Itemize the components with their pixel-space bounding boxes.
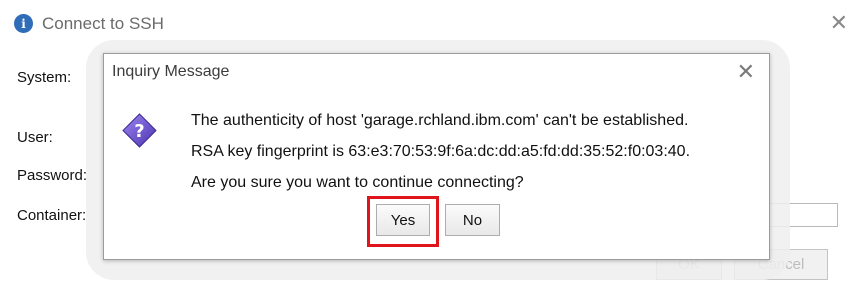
window-title: Connect to SSH — [42, 14, 164, 33]
question-icon: ? — [122, 113, 157, 148]
svg-text:?: ? — [134, 121, 144, 142]
app-info-icon: i — [14, 14, 33, 33]
message-line-1: The authenticity of host 'garage.rchland… — [191, 112, 689, 129]
system-label: System: — [17, 69, 72, 86]
inquiry-message-dialog: Inquiry Message ✕ ? The authenticity of … — [103, 53, 770, 260]
dialog-close-icon[interactable]: ✕ — [737, 59, 755, 85]
dialog-title: Inquiry Message — [112, 63, 230, 80]
password-label: Password: — [17, 167, 88, 184]
message-line-2: RSA key fingerprint is 63:e3:70:53:9f:6a… — [191, 143, 691, 160]
yes-button[interactable]: Yes — [376, 204, 430, 236]
container-label: Container: — [17, 207, 87, 224]
user-label: User: — [17, 129, 53, 146]
window-close-icon[interactable]: ✕ — [830, 10, 848, 36]
message-line-3: Are you sure you want to continue connec… — [191, 174, 524, 191]
no-button[interactable]: No — [445, 204, 500, 236]
